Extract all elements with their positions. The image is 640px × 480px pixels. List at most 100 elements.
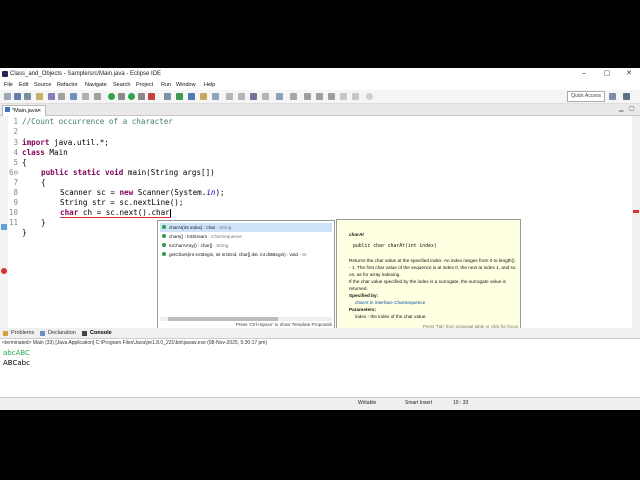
status-cursor-position: 10 : 33 [453,400,469,406]
maximize-editor-icon[interactable]: ▢ [629,105,635,112]
javadoc-popup[interactable]: charAt public char charAt(int index) Ret… [336,219,521,333]
text-cursor [169,209,171,217]
forward-icon[interactable] [328,93,335,100]
tab-main-java[interactable]: *Main.java ✕ [2,105,46,116]
menu-project[interactable]: Project [136,80,153,90]
close-icon[interactable]: ✕ [37,106,41,116]
line-number: 10 [8,208,18,217]
code-line: } [41,218,46,227]
debug-icon[interactable] [48,93,55,100]
mark-icon[interactable] [262,93,269,100]
error-marker-icon[interactable] [1,268,7,274]
doc-description: If the char value specified by the index… [349,279,506,291]
back-icon[interactable] [316,93,323,100]
public-method-icon [162,243,166,247]
doc-description: Returns the char value at the specified … [349,258,516,277]
menu-run[interactable]: Run [161,80,171,90]
terminal-icon[interactable] [70,93,77,100]
public-method-icon [162,225,166,229]
annotation-icon[interactable] [226,93,233,100]
line-number: 6⊖ [8,168,18,177]
perspective-icon[interactable] [609,93,616,100]
toggle-icon[interactable] [238,93,245,100]
circle-icon[interactable] [366,93,373,100]
code-line: String str = sc.nextLine(); [60,198,184,207]
new-package-icon[interactable] [176,93,183,100]
java-file-icon [5,107,10,112]
menu-help[interactable]: Help [204,80,215,90]
menu-refactor[interactable]: Refactor [57,80,78,90]
console-input: abcABC [3,349,30,357]
code-line: public static void main(String args[]) [41,168,215,177]
menu-edit[interactable]: Edit [19,80,28,90]
doc-heading: charAt [349,232,364,237]
print-icon[interactable] [36,93,43,100]
open-type-icon[interactable] [200,93,207,100]
menu-source[interactable]: Source [34,80,51,90]
step-icon[interactable] [82,93,89,100]
popup-footer: Press 'Ctrl+Space' to show Template Prop… [235,322,332,327]
quick-access-input[interactable]: Quick Access [567,91,605,102]
scroll-thumb[interactable] [168,317,278,321]
keyword: public static void [41,168,124,177]
close-button[interactable]: ✕ [622,68,636,80]
public-method-icon [162,252,166,256]
menu-window[interactable]: Window [176,80,196,90]
eclipse-icon [2,71,8,77]
new-icon[interactable] [4,93,11,100]
external-tools-icon[interactable] [148,93,155,100]
menu-bar: File Edit Source Refactor Navigate Searc… [0,80,640,90]
doc-link[interactable]: charAt in interface CharSequence [349,299,517,306]
menu-search[interactable]: Search [113,80,130,90]
completion-item-selected[interactable]: charAt(int index) : char - String [160,223,332,232]
completion-item[interactable]: chars() : IntStream - CharSequence [160,232,332,241]
completion-name: chars() : IntStream [169,234,208,239]
maximize-button[interactable]: ▢ [600,68,614,80]
new-class-icon[interactable] [188,93,195,100]
save-icon[interactable] [14,93,21,100]
completion-type: - CharSequence [207,234,242,239]
tab-console[interactable]: Console [90,328,112,338]
minimize-button[interactable]: – [577,68,591,80]
debug-run-icon[interactable] [108,93,115,100]
code-text: Main [44,148,68,157]
completion-name: toCharArray() : char[] [169,243,213,248]
completion-type: - String [212,243,229,248]
code-text: Scanner sc = [60,188,120,197]
pin-icon[interactable] [250,93,257,100]
code-text: ch = sc.next().char [78,208,170,217]
menu-navigate[interactable]: Navigate [85,80,107,90]
menu-file[interactable]: File [4,80,13,90]
console-icon [82,331,87,336]
skip-icon[interactable] [58,93,65,100]
code-line: { [41,178,46,187]
console-output: ABCabc [3,359,30,367]
tab-problems[interactable]: Problems [11,328,34,338]
error-overview-mark[interactable] [633,210,639,213]
prev-annotation-icon[interactable] [290,93,297,100]
arrow-left-icon[interactable] [340,93,347,100]
line-number: 11 [8,218,18,227]
code-text: main(String args[]) [123,168,215,177]
completion-item[interactable]: toCharArray() : char[] - String [160,241,332,250]
last-edit-icon[interactable] [304,93,311,100]
search-icon[interactable] [212,93,219,100]
step-over-icon[interactable] [94,93,101,100]
console-view[interactable]: <terminated> Main (33) [Java Application… [0,339,640,397]
java-perspective-icon[interactable] [623,93,630,100]
window-title: Class_and_Objects - Sample/src/Main.java… [10,71,162,77]
line-number: 4 [13,148,18,157]
minimize-editor-icon[interactable]: ▁ [619,105,624,112]
run-icon[interactable] [128,93,135,100]
arrow-right-icon[interactable] [352,93,359,100]
tab-declaration[interactable]: Declaration [48,328,76,338]
new-java-project-icon[interactable] [164,93,171,100]
dropdown-icon[interactable] [138,93,145,100]
completion-item[interactable]: getChars(int srcBegin, int srcEnd, char[… [160,250,332,259]
next-annotation-icon[interactable] [276,93,283,100]
save-all-icon[interactable] [24,93,31,100]
line-number: 7 [13,178,18,187]
keyword: class [22,148,45,157]
popup-hscrollbar[interactable] [160,317,332,321]
dropdown-icon[interactable] [118,93,125,100]
